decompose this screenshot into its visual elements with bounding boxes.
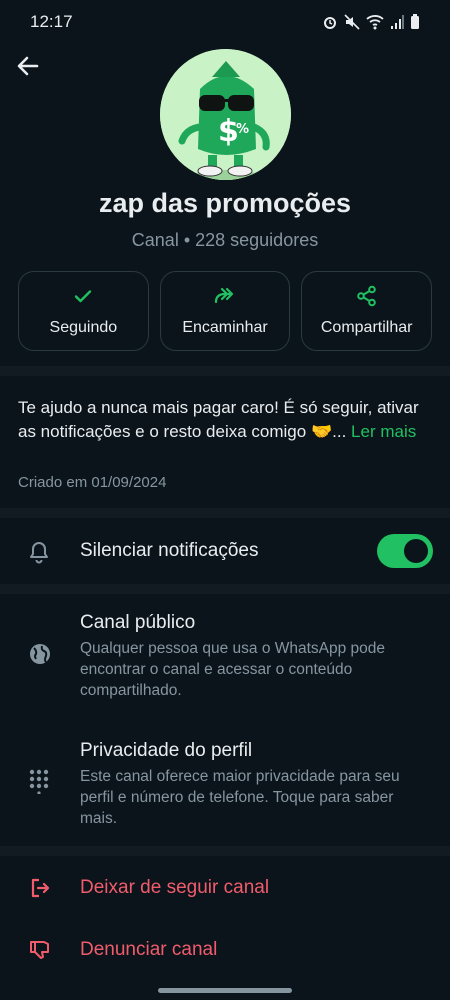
exit-icon xyxy=(31,878,50,898)
public-channel-label: Canal público xyxy=(80,612,196,633)
toggle-knob xyxy=(404,539,428,563)
mute-label: Silenciar notificações xyxy=(80,540,259,561)
channel-logo-image: $ % xyxy=(160,49,291,180)
public-channel-desc: Qualquer pessoa que usa o WhatsApp pode … xyxy=(80,640,386,699)
wifi-icon xyxy=(366,15,384,30)
back-button[interactable] xyxy=(14,52,42,80)
battery-icon xyxy=(411,14,419,29)
channel-name: zap das promoções xyxy=(98,188,352,218)
section-divider xyxy=(0,846,450,856)
share-label: Compartilhar xyxy=(320,319,413,336)
mute-status-icon xyxy=(344,14,360,30)
svg-text:%: % xyxy=(236,122,249,137)
bell-icon xyxy=(30,542,48,564)
report-label: Denunciar canal xyxy=(80,939,218,960)
unfollow-label: Deixar de seguir canal xyxy=(80,877,270,898)
following-label: Seguindo xyxy=(49,319,118,336)
profile-privacy-desc: Este canal oferece maior privacidade par… xyxy=(80,768,400,827)
forward-label: Encaminhar xyxy=(182,319,268,336)
status-time: 12:17 xyxy=(30,12,73,31)
signal-icon xyxy=(391,15,404,29)
following-button[interactable]: Seguindo xyxy=(18,271,149,351)
dots-grid-icon xyxy=(29,769,49,794)
forward-button[interactable]: Encaminhar xyxy=(159,271,291,351)
unfollow-channel-row[interactable]: Deixar de seguir canal xyxy=(0,856,450,918)
channel-description: Te ajudo a nunca mais pagar caro! É só s… xyxy=(18,396,432,444)
status-bar: 12:17 xyxy=(0,0,450,44)
share-icon xyxy=(356,285,376,307)
profile-privacy-row[interactable]: Privacidade do perfil Este canal oferece… xyxy=(0,724,450,844)
check-icon xyxy=(75,290,92,303)
thumbs-down-icon xyxy=(30,941,49,959)
action-buttons: Seguindo Encaminhar Compartilhar xyxy=(18,271,433,351)
section-divider xyxy=(0,584,450,594)
section-divider xyxy=(0,508,450,518)
public-channel-row[interactable]: Canal público Qualquer pessoa que usa o … xyxy=(0,594,450,714)
globe-icon xyxy=(30,644,50,664)
share-button[interactable]: Compartilhar xyxy=(301,271,433,351)
read-more-link[interactable]: Ler mais xyxy=(351,422,416,441)
handshake-emoji: 🤝 xyxy=(310,422,333,441)
created-date: Criado em 01/09/2024 xyxy=(18,474,167,491)
home-indicator[interactable] xyxy=(158,988,292,993)
description-ellipsis: ... xyxy=(332,422,347,441)
channel-meta: Canal • 228 seguidores xyxy=(131,230,319,250)
profile-privacy-label: Privacidade do perfil xyxy=(80,740,253,761)
forward-icon xyxy=(214,287,234,304)
status-icons xyxy=(322,14,420,30)
arrow-left-icon xyxy=(17,56,39,76)
report-channel-row[interactable]: Denunciar canal xyxy=(0,918,450,982)
channel-avatar[interactable]: $ % xyxy=(160,49,291,180)
alarm-icon xyxy=(324,17,336,29)
mute-toggle[interactable] xyxy=(377,534,433,568)
section-divider xyxy=(0,366,450,376)
